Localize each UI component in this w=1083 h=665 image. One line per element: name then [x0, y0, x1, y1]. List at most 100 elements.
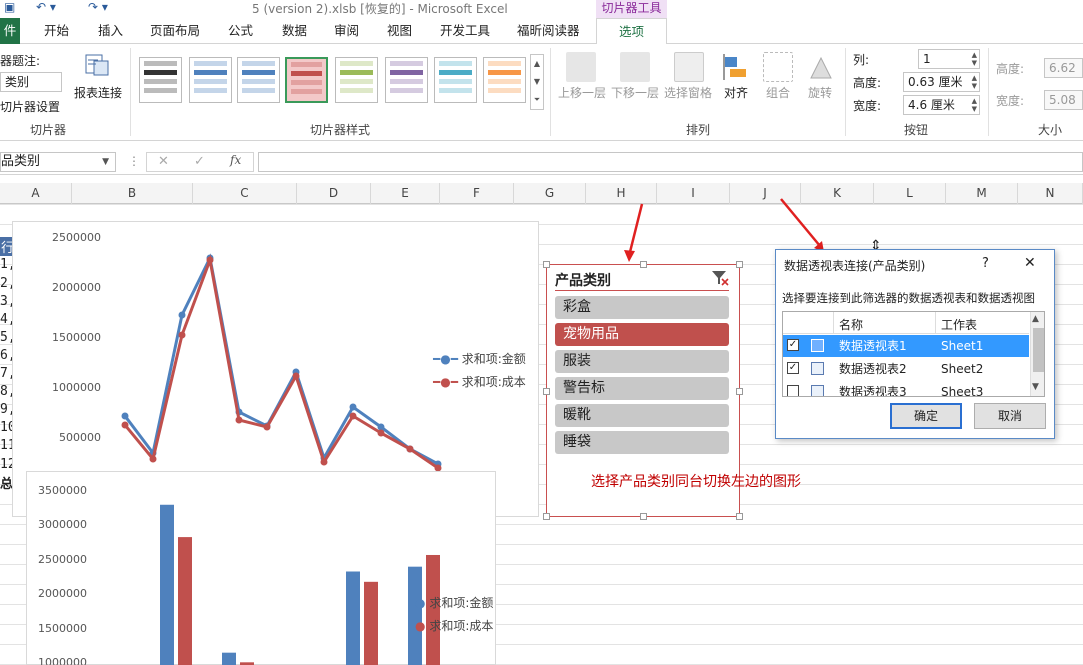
slicer-item-warning-sign[interactable]: 警告标 [555, 377, 729, 400]
data-point[interactable] [349, 403, 357, 411]
bar[interactable] [160, 504, 174, 665]
data-point[interactable] [235, 416, 243, 424]
slicer-item-sleeping-bag[interactable]: 睡袋 [555, 431, 729, 454]
tab-developer[interactable]: 开发工具 [440, 18, 490, 44]
list-item[interactable]: ✓ 数据透视表2 Sheet2 [783, 358, 1029, 380]
close-button[interactable]: ✕ [1024, 255, 1036, 271]
list-scrollbar[interactable]: ▲ ▼ [1030, 312, 1044, 396]
save-icon[interactable]: ▣ [4, 0, 15, 14]
rotate-button[interactable]: 旋转 [808, 84, 832, 101]
enter-icon[interactable]: ✓ [194, 154, 205, 169]
insert-function-icon[interactable]: fx [230, 153, 241, 167]
column-letter-l[interactable]: L [874, 183, 946, 204]
name-box[interactable]: 品类别 ▼ [0, 152, 116, 172]
column-letter-g[interactable]: G [514, 183, 586, 204]
slicer-style-swatch[interactable] [189, 57, 232, 103]
column-letter-e[interactable]: E [371, 183, 440, 204]
row-checkbox[interactable] [787, 385, 799, 396]
slicer-style-swatch[interactable] [237, 57, 280, 103]
cancel-icon[interactable]: ✕ [158, 154, 169, 169]
selection-pane-button[interactable]: 选择窗格 [664, 84, 712, 101]
data-point[interactable] [206, 256, 214, 264]
size-width-input[interactable]: 5.08 [1044, 90, 1083, 110]
slicer-caption-input[interactable]: 类别 [0, 72, 62, 92]
button-height-input[interactable]: 0.63 厘米 ▲ ▼ [903, 72, 980, 92]
tab-formulas[interactable]: 公式 [228, 18, 253, 44]
row-checkbox[interactable]: ✓ [787, 362, 799, 374]
columns-input[interactable]: 1 ▲ ▼ [918, 49, 980, 69]
tab-options[interactable]: 选项 [596, 18, 667, 45]
resize-handle[interactable] [640, 513, 647, 520]
scroll-down-icon[interactable]: ▼ [1032, 382, 1039, 392]
slicer-item-pet-supplies[interactable]: 宠物用品 [555, 323, 729, 346]
data-point[interactable] [178, 331, 186, 339]
help-button[interactable]: ? [982, 256, 989, 271]
resize-handle[interactable] [543, 513, 550, 520]
bar[interactable] [408, 566, 422, 665]
button-width-spinner[interactable]: ▲ ▼ [972, 97, 977, 113]
column-letter-f[interactable]: F [440, 183, 514, 204]
ok-button[interactable]: 确定 [890, 403, 962, 429]
slicer-item-warm-boots[interactable]: 暖靴 [555, 404, 729, 427]
resize-handle[interactable] [736, 388, 743, 395]
column-letter-n[interactable]: N [1018, 183, 1083, 204]
data-point[interactable] [149, 455, 157, 463]
column-letter-b[interactable]: B [72, 183, 193, 204]
bring-forward-button[interactable]: 上移一层 [558, 84, 606, 101]
column-letter-c[interactable]: C [193, 183, 297, 204]
data-point[interactable] [263, 423, 271, 431]
resize-handle[interactable] [640, 261, 647, 268]
column-letter-a[interactable]: A [0, 183, 72, 204]
tab-home[interactable]: 开始 [44, 18, 69, 44]
tab-file[interactable]: 件 [0, 18, 20, 44]
resize-handle[interactable] [543, 388, 550, 395]
scroll-thumb[interactable] [1033, 328, 1044, 372]
slicer-product-category[interactable]: 产品类别 彩盒 宠物用品 服装 警告标 暖靴 睡袋 选择产品类别同台切换左边的图… [543, 261, 801, 520]
cancel-button[interactable]: 取消 [974, 403, 1046, 429]
data-point[interactable] [292, 372, 300, 380]
bar[interactable] [364, 581, 378, 665]
list-item[interactable]: 数据透视表3 Sheet3 [783, 381, 1029, 396]
tab-data[interactable]: 数据 [282, 18, 307, 44]
list-item[interactable]: ✓ 数据透视表1 Sheet1 [783, 335, 1029, 357]
slicer-style-swatch[interactable] [139, 57, 182, 103]
data-point[interactable] [178, 311, 186, 319]
slicer-style-swatch[interactable] [335, 57, 378, 103]
send-backward-button[interactable]: 下移一层 [611, 84, 659, 101]
size-height-input[interactable]: 6.62 [1044, 58, 1083, 78]
bar[interactable] [346, 571, 360, 665]
resize-handle[interactable] [736, 261, 743, 268]
slicer-item-clothing[interactable]: 服装 [555, 350, 729, 373]
slicer-item-caihe[interactable]: 彩盒 [555, 296, 729, 319]
report-connections-button[interactable]: 报表连接 [74, 84, 122, 101]
resize-handle[interactable] [543, 261, 550, 268]
data-point[interactable] [121, 421, 129, 429]
tab-review[interactable]: 审阅 [334, 18, 359, 44]
report-connections-icon[interactable] [82, 52, 112, 80]
clear-filter-icon[interactable] [711, 270, 729, 286]
bar-chart[interactable]: ● 求和项:金额 ● 求和项:成本 1000000 1500000 2000000 2… [26, 471, 496, 665]
scroll-up-icon[interactable]: ▲ [1032, 314, 1039, 324]
button-width-input[interactable]: 4.6 厘米 ▲ ▼ [903, 95, 980, 115]
align-button[interactable]: 对齐 [724, 84, 748, 101]
data-point[interactable] [377, 423, 385, 431]
tab-view[interactable]: 视图 [387, 18, 412, 44]
tab-page-layout[interactable]: 页面布局 [150, 18, 200, 44]
slicer-style-swatch[interactable] [483, 57, 526, 103]
slicer-style-swatch[interactable] [285, 57, 328, 103]
data-point[interactable] [320, 458, 328, 466]
tab-insert[interactable]: 插入 [98, 18, 123, 44]
redo-icon[interactable]: ↷ ▾ [88, 0, 108, 14]
name-box-dropdown-icon[interactable]: ▼ [102, 153, 109, 171]
formula-input[interactable] [258, 152, 1083, 172]
slicer-style-swatch[interactable] [434, 57, 477, 103]
undo-icon[interactable]: ↶ ▾ [36, 0, 56, 14]
slicer-settings-button[interactable]: 切片器设置 [0, 98, 60, 115]
data-point[interactable] [377, 429, 385, 437]
bar[interactable] [178, 537, 192, 665]
button-height-spinner[interactable]: ▲ ▼ [972, 74, 977, 90]
group-button[interactable]: 组合 [766, 84, 790, 101]
resize-handle[interactable] [736, 513, 743, 520]
slicer-style-swatch[interactable] [385, 57, 428, 103]
columns-spinner[interactable]: ▲ ▼ [972, 51, 977, 67]
